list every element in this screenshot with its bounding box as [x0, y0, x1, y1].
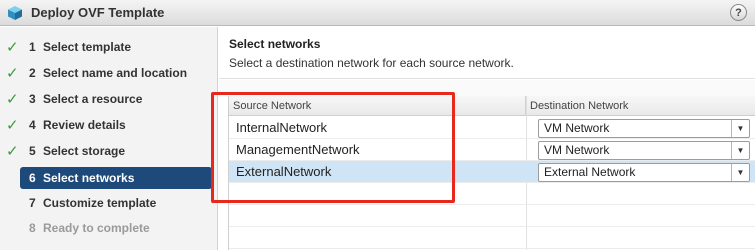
step-label: Select networks — [43, 171, 135, 185]
wizard-steps-sidebar: ✓ 1 Select template ✓ 2 Select name and … — [0, 27, 218, 250]
step-number: 5 — [29, 144, 36, 158]
content-header: Select networks Select a destination net… — [219, 27, 755, 79]
step-select-name-and-location[interactable]: ✓ 2 Select name and location — [0, 62, 218, 84]
dropdown-arrow-icon[interactable]: ▼ — [731, 120, 749, 137]
step-label: Select template — [43, 40, 132, 54]
ovf-template-icon — [7, 5, 23, 21]
dropdown-arrow-icon[interactable]: ▼ — [731, 164, 749, 181]
page-subtitle: Select a destination network for each so… — [229, 56, 514, 70]
step-select-networks[interactable]: 6 Select networks — [20, 167, 212, 189]
step-number: 8 — [29, 221, 36, 235]
source-network-cell: ExternalNetwork — [236, 164, 332, 179]
dropdown-value: External Network — [544, 165, 636, 179]
step-label: Select name and location — [43, 66, 188, 80]
step-number: 6 — [29, 171, 36, 185]
table-row-selected[interactable]: ExternalNetwork External Network ▼ — [229, 161, 755, 183]
checkmark-icon: ✓ — [6, 90, 19, 108]
checkmark-icon: ✓ — [6, 116, 19, 134]
step-label: Customize template — [43, 196, 157, 210]
step-label: Select storage — [43, 144, 126, 158]
wizard-content: Select networks Select a destination net… — [219, 27, 755, 250]
checkmark-icon: ✓ — [6, 142, 19, 160]
step-select-template[interactable]: ✓ 1 Select template — [0, 36, 218, 58]
destination-network-dropdown[interactable]: VM Network ▼ — [538, 141, 750, 160]
table-row-empty — [229, 227, 755, 249]
table-header: Source Network Destination Network — [229, 96, 755, 116]
step-label: Review details — [43, 118, 126, 132]
step-select-a-resource[interactable]: ✓ 3 Select a resource — [0, 88, 218, 110]
dropdown-value: VM Network — [544, 121, 610, 135]
destination-network-dropdown[interactable]: VM Network ▼ — [538, 119, 750, 138]
dropdown-arrow-icon[interactable]: ▼ — [731, 142, 749, 159]
destination-network-dropdown[interactable]: External Network ▼ — [538, 163, 750, 182]
step-review-details[interactable]: ✓ 4 Review details — [0, 114, 218, 136]
step-label: Ready to complete — [43, 221, 150, 235]
help-button[interactable]: ? — [730, 4, 747, 21]
column-header-source-network[interactable]: Source Network — [229, 96, 526, 116]
table-row[interactable]: InternalNetwork VM Network ▼ — [229, 117, 755, 139]
step-ready-to-complete: 8 Ready to complete — [0, 217, 218, 239]
table-row-empty — [229, 183, 755, 205]
source-network-cell: ManagementNetwork — [236, 142, 360, 157]
step-number: 2 — [29, 66, 36, 80]
checkmark-icon: ✓ — [6, 64, 19, 82]
step-customize-template[interactable]: 7 Customize template — [0, 192, 218, 214]
page-title: Select networks — [229, 37, 321, 51]
step-number: 3 — [29, 92, 36, 106]
step-number: 7 — [29, 196, 36, 210]
step-number: 1 — [29, 40, 36, 54]
column-header-destination-network[interactable]: Destination Network — [526, 96, 755, 116]
step-label: Select a resource — [43, 92, 143, 106]
step-number: 4 — [29, 118, 36, 132]
dropdown-value: VM Network — [544, 143, 610, 157]
step-select-storage[interactable]: ✓ 5 Select storage — [0, 140, 218, 162]
window-title: Deploy OVF Template — [31, 5, 165, 20]
checkmark-icon: ✓ — [6, 38, 19, 56]
table-row[interactable]: ManagementNetwork VM Network ▼ — [229, 139, 755, 161]
window-titlebar: Deploy OVF Template ? — [0, 0, 755, 26]
network-mapping-table: Source Network Destination Network Inter… — [228, 96, 755, 250]
source-network-cell: InternalNetwork — [236, 120, 328, 135]
table-row-empty — [229, 205, 755, 227]
